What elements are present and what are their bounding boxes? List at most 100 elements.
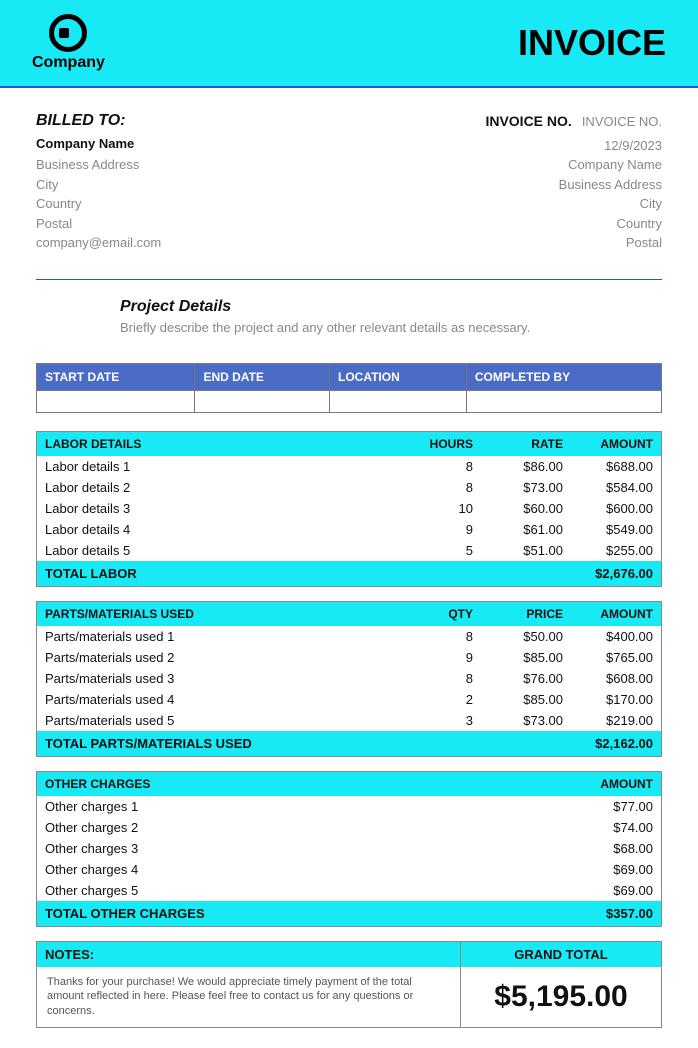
invoice-address: Business Address [485, 175, 662, 195]
project-heading: Project Details [120, 298, 662, 316]
other-name: Other charges 1 [45, 799, 563, 814]
labor-amount: $688.00 [563, 459, 653, 474]
project-description: Briefly describe the project and any oth… [120, 320, 662, 335]
parts-section: PARTS/MATERIALS USED QTY PRICE AMOUNT Pa… [36, 601, 662, 757]
labor-name: Labor details 2 [45, 480, 383, 495]
logo-text: Company [32, 54, 105, 72]
labor-row: Labor details 18$86.00$688.00 [37, 456, 661, 477]
labor-hours: 10 [383, 501, 473, 516]
labor-col-amount: AMOUNT [563, 437, 653, 451]
parts-price: $50.00 [473, 629, 563, 644]
parts-title: PARTS/MATERIALS USED [45, 607, 383, 621]
invoice-meta-block: INVOICE NO. INVOICE NO. 12/9/2023 Compan… [485, 112, 662, 253]
grand-total-heading: GRAND TOTAL [461, 942, 661, 967]
parts-qty: 3 [383, 713, 473, 728]
labor-rate: $60.00 [473, 501, 563, 516]
parts-price: $76.00 [473, 671, 563, 686]
labor-rate: $73.00 [473, 480, 563, 495]
parts-price: $85.00 [473, 650, 563, 665]
parts-col-amount: AMOUNT [563, 607, 653, 621]
other-amount: $77.00 [563, 799, 653, 814]
notes-box: NOTES: Thanks for your purchase! We woul… [37, 942, 461, 1028]
other-col-amount: AMOUNT [563, 777, 653, 791]
parts-row: Parts/materials used 18$50.00$400.00 [37, 626, 661, 647]
col-location: LOCATION [329, 363, 466, 390]
parts-qty: 2 [383, 692, 473, 707]
labor-total-amount: $2,676.00 [563, 566, 653, 581]
cell-start-date[interactable] [37, 390, 195, 412]
cell-completed-by[interactable] [466, 390, 661, 412]
cell-location[interactable] [329, 390, 466, 412]
parts-amount: $400.00 [563, 629, 653, 644]
labor-amount: $549.00 [563, 522, 653, 537]
parts-amount: $765.00 [563, 650, 653, 665]
billed-city: City [36, 175, 161, 195]
project-details: Project Details Briefly describe the pro… [36, 298, 662, 335]
grand-total-box: GRAND TOTAL $5,195.00 [461, 942, 661, 1028]
parts-total-label: TOTAL PARTS/MATERIALS USED [45, 736, 563, 751]
invoice-no-label: INVOICE NO. [485, 113, 571, 129]
labor-hours: 8 [383, 459, 473, 474]
divider [36, 279, 662, 280]
billed-company: Company Name [36, 136, 161, 151]
labor-row: Labor details 49$61.00$549.00 [37, 519, 661, 540]
col-completed-by: COMPLETED BY [466, 363, 661, 390]
other-name: Other charges 3 [45, 841, 563, 856]
info-row: BILLED TO: Company Name Business Address… [36, 112, 662, 253]
other-amount: $69.00 [563, 862, 653, 877]
labor-section: LABOR DETAILS HOURS RATE AMOUNT Labor de… [36, 431, 662, 587]
parts-name: Parts/materials used 3 [45, 671, 383, 686]
parts-name: Parts/materials used 4 [45, 692, 383, 707]
billed-address: Business Address [36, 155, 161, 175]
parts-name: Parts/materials used 5 [45, 713, 383, 728]
parts-qty: 9 [383, 650, 473, 665]
parts-name: Parts/materials used 2 [45, 650, 383, 665]
notes-heading: NOTES: [37, 942, 460, 967]
col-end-date: END DATE [195, 363, 330, 390]
billed-postal: Postal [36, 214, 161, 234]
parts-name: Parts/materials used 1 [45, 629, 383, 644]
parts-row: Parts/materials used 42$85.00$170.00 [37, 689, 661, 710]
parts-qty: 8 [383, 671, 473, 686]
other-title: OTHER CHARGES [45, 777, 563, 791]
labor-amount: $600.00 [563, 501, 653, 516]
labor-name: Labor details 3 [45, 501, 383, 516]
labor-total-label: TOTAL LABOR [45, 566, 563, 581]
labor-rate: $86.00 [473, 459, 563, 474]
other-row: Other charges 4$69.00 [37, 859, 661, 880]
parts-total-amount: $2,162.00 [563, 736, 653, 751]
invoice-city: City [485, 194, 662, 214]
other-amount: $68.00 [563, 841, 653, 856]
other-total-amount: $357.00 [563, 906, 653, 921]
other-section: OTHER CHARGES AMOUNT Other charges 1$77.… [36, 771, 662, 927]
parts-price: $85.00 [473, 692, 563, 707]
parts-amount: $219.00 [563, 713, 653, 728]
notes-body: Thanks for your purchase! We would appre… [37, 967, 460, 1028]
other-name: Other charges 2 [45, 820, 563, 835]
invoice-postal: Postal [485, 233, 662, 253]
parts-qty: 8 [383, 629, 473, 644]
other-name: Other charges 5 [45, 883, 563, 898]
invoice-country: Country [485, 214, 662, 234]
labor-hours: 8 [383, 480, 473, 495]
other-row: Other charges 1$77.00 [37, 796, 661, 817]
schedule-table: START DATE END DATE LOCATION COMPLETED B… [36, 363, 662, 413]
invoice-company: Company Name [485, 155, 662, 175]
billed-country: Country [36, 194, 161, 214]
labor-hours: 9 [383, 522, 473, 537]
billed-email: company@email.com [36, 233, 161, 253]
parts-row: Parts/materials used 29$85.00$765.00 [37, 647, 661, 668]
labor-name: Labor details 1 [45, 459, 383, 474]
parts-col-price: PRICE [473, 607, 563, 621]
labor-title: LABOR DETAILS [45, 437, 383, 451]
labor-rate: $61.00 [473, 522, 563, 537]
labor-hours: 5 [383, 543, 473, 558]
invoice-date: 12/9/2023 [485, 136, 662, 156]
cell-end-date[interactable] [195, 390, 330, 412]
labor-row: Labor details 28$73.00$584.00 [37, 477, 661, 498]
parts-price: $73.00 [473, 713, 563, 728]
labor-col-rate: RATE [473, 437, 563, 451]
parts-amount: $170.00 [563, 692, 653, 707]
other-amount: $74.00 [563, 820, 653, 835]
labor-col-hours: HOURS [383, 437, 473, 451]
